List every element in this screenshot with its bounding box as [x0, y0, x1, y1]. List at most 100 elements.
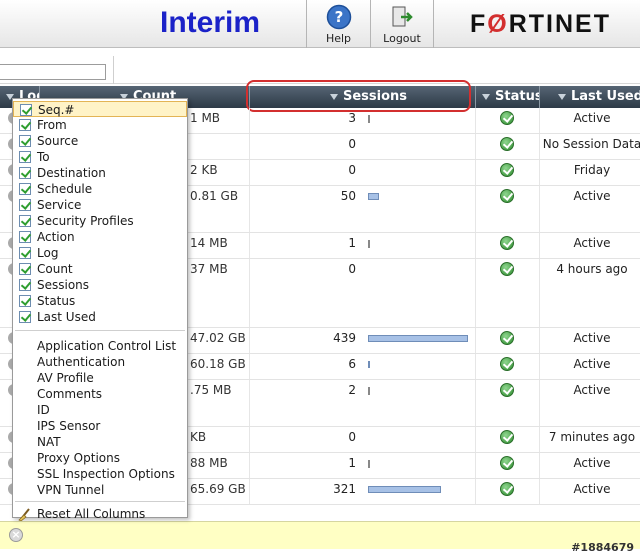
checkbox-checked-icon[interactable]: [19, 231, 31, 243]
menu-item-label: Last Used: [37, 310, 96, 324]
menu-item-checked[interactable]: Destination: [13, 165, 187, 181]
sessions-value: 439: [333, 331, 356, 345]
menu-item-checked[interactable]: Security Profiles: [13, 213, 187, 229]
sessions-value: 1: [348, 456, 356, 470]
menu-divider: [15, 330, 185, 331]
filter-bar: [0, 48, 640, 84]
broom-icon: [18, 508, 30, 521]
checkbox-checked-icon[interactable]: [19, 311, 31, 323]
sessions-value: 2: [348, 383, 356, 397]
cell-divider: [249, 233, 250, 258]
menu-item-checked[interactable]: Service: [13, 197, 187, 213]
checkbox-checked-icon[interactable]: [19, 135, 31, 147]
checkbox-checked-icon[interactable]: [19, 215, 31, 227]
checkbox-checked-icon[interactable]: [19, 263, 31, 275]
toolbar-divider: [113, 56, 114, 84]
count-value: 65.69 GB: [190, 482, 246, 496]
cell-divider: [475, 479, 476, 504]
checkbox-checked-icon[interactable]: [19, 183, 31, 195]
last-used-value: Active: [573, 111, 611, 125]
menu-item-unchecked[interactable]: ID: [13, 402, 187, 418]
status-ok-icon: [500, 163, 514, 177]
menu-item-label: Schedule: [37, 182, 93, 196]
status-ok-icon: [500, 111, 514, 125]
logout-button[interactable]: Logout: [370, 0, 434, 48]
menu-item-checked[interactable]: Status: [13, 293, 187, 309]
count-value: 60.18 GB: [190, 357, 246, 371]
menu-item-checked[interactable]: Seq.#: [13, 101, 187, 117]
checkbox-checked-icon[interactable]: [19, 247, 31, 259]
help-button[interactable]: ? Help: [306, 0, 370, 48]
count-value: 37 MB: [190, 262, 228, 276]
status-ok-icon: [500, 357, 514, 371]
checkbox-checked-icon[interactable]: [20, 104, 32, 116]
menu-item-unchecked[interactable]: IPS Sensor: [13, 418, 187, 434]
menu-item-unchecked[interactable]: Proxy Options: [13, 450, 187, 466]
sessions-value: 1: [348, 236, 356, 250]
checkbox-checked-icon[interactable]: [19, 199, 31, 211]
count-value: 14 MB: [190, 236, 228, 250]
watermark: #1884679: [571, 541, 634, 554]
checkbox-checked-icon[interactable]: [19, 295, 31, 307]
menu-item-unchecked[interactable]: Authentication: [13, 354, 187, 370]
menu-item-label: Service: [37, 198, 82, 212]
menu-item-unchecked[interactable]: Comments: [13, 386, 187, 402]
status-ok-icon: [500, 331, 514, 345]
cell-divider: [249, 328, 250, 353]
column-status[interactable]: Status: [476, 86, 540, 108]
menu-item-checked[interactable]: Action: [13, 229, 187, 245]
menu-item-checked[interactable]: Schedule: [13, 181, 187, 197]
menu-item-label: Sessions: [37, 278, 90, 292]
checkbox-checked-icon[interactable]: [19, 167, 31, 179]
cell-divider: [249, 108, 250, 133]
menu-item-checked[interactable]: Sessions: [13, 277, 187, 293]
menu-item-checked[interactable]: From: [13, 117, 187, 133]
sessions-value: 0: [348, 262, 356, 276]
sessions-bar: [368, 115, 370, 123]
count-value: 0.81 GB: [190, 189, 239, 203]
menu-item-unchecked[interactable]: VPN Tunnel: [13, 482, 187, 498]
cell-divider: [249, 380, 250, 426]
menu-item-unchecked[interactable]: SSL Inspection Options: [13, 466, 187, 482]
search-input[interactable]: [0, 64, 106, 80]
reset-all-columns-item[interactable]: Reset All Columns: [13, 506, 187, 522]
count-value: 2 KB: [190, 163, 218, 177]
checkbox-checked-icon[interactable]: [19, 119, 31, 131]
menu-item-checked[interactable]: Log: [13, 245, 187, 261]
menu-item-label: Seq.#: [38, 103, 75, 117]
menu-item-label: Action: [37, 230, 75, 244]
cell-divider: [475, 380, 476, 426]
checkbox-checked-icon[interactable]: [19, 151, 31, 163]
menu-item-unchecked[interactable]: Application Control List: [13, 338, 187, 354]
sessions-value: 3: [348, 111, 356, 125]
menu-item-unchecked[interactable]: AV Profile: [13, 370, 187, 386]
sessions-bar: [368, 460, 370, 468]
menu-item-label: Destination: [37, 166, 106, 180]
cell-divider: [249, 259, 250, 327]
svg-text:?: ?: [334, 8, 343, 26]
menu-item-checked[interactable]: Count: [13, 261, 187, 277]
last-used-value: 4 hours ago: [556, 262, 628, 276]
logout-icon: [392, 6, 413, 27]
sessions-value: 50: [340, 189, 356, 203]
menu-item-unchecked[interactable]: NAT: [13, 434, 187, 450]
sessions-bar: [368, 486, 441, 493]
last-used-value: Friday: [573, 163, 611, 177]
menu-item-checked[interactable]: To: [13, 149, 187, 165]
count-value: 88 MB: [190, 456, 228, 470]
menu-item-checked[interactable]: Source: [13, 133, 187, 149]
status-ok-icon: [500, 383, 514, 397]
menu-item-label: Log: [37, 246, 59, 260]
cell-divider: [475, 233, 476, 258]
checkbox-checked-icon[interactable]: [19, 279, 31, 291]
cell-divider: [475, 160, 476, 185]
close-icon[interactable]: ×: [9, 528, 23, 542]
menu-item-checked[interactable]: Last Used: [13, 309, 187, 325]
new-policy-row[interactable]: ×: [0, 521, 640, 549]
column-last-used[interactable]: Last Used: [540, 86, 640, 108]
top-header: Interim ? Help Logout FØRTINET: [0, 0, 640, 48]
sessions-value: 0: [348, 137, 356, 151]
cell-divider: [475, 259, 476, 327]
count-value: KB: [190, 430, 207, 444]
last-used-value: Active: [573, 236, 611, 250]
